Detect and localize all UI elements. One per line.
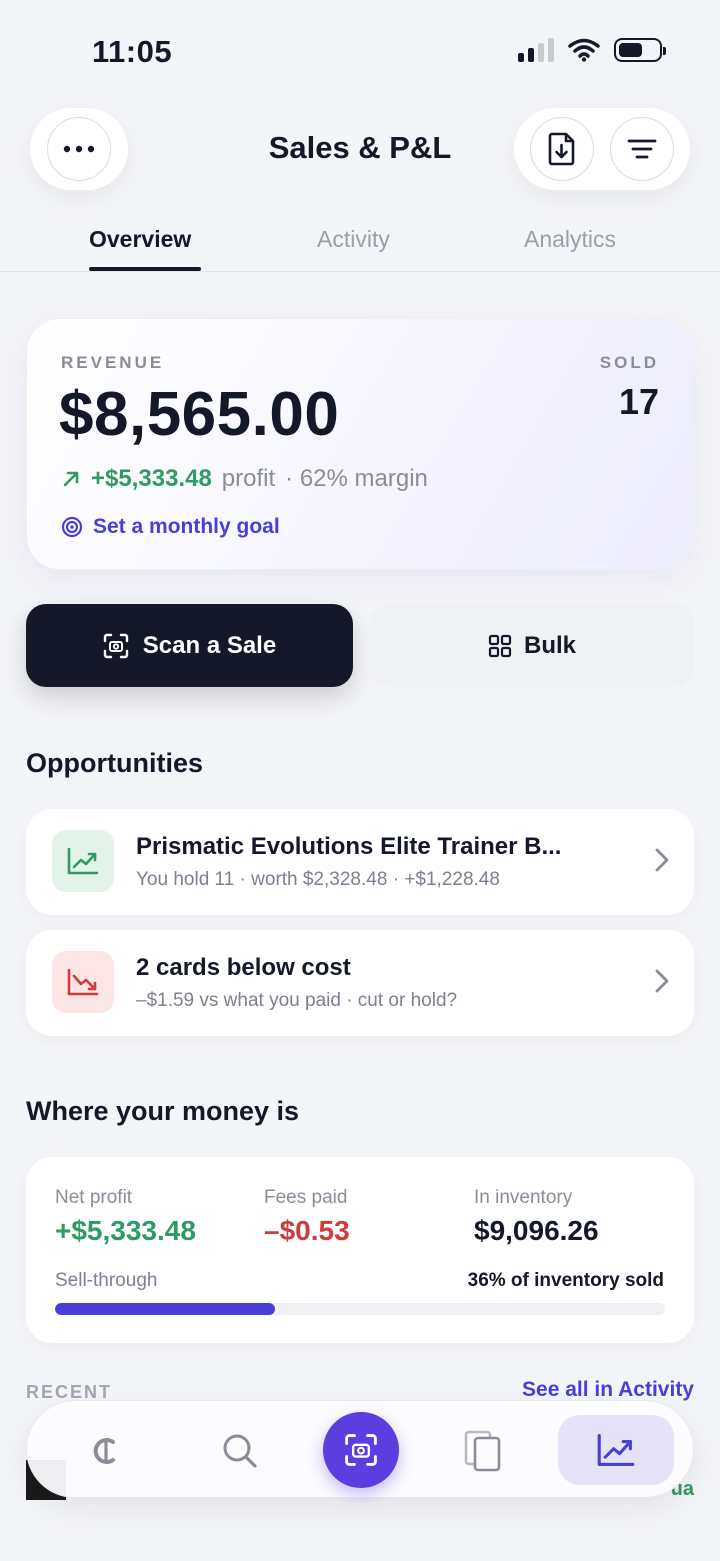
chevron-right-icon — [655, 848, 669, 872]
bulk-label: Bulk — [523, 631, 576, 659]
revenue-card: REVENUE SOLD $8,565.00 17 +$5,333.48 pro… — [26, 318, 694, 570]
opportunities-heading: Opportunities — [26, 748, 203, 778]
margin-text: · 62% margin — [285, 465, 428, 492]
nav-home[interactable] — [77, 1423, 133, 1479]
tab-active-indicator — [89, 267, 201, 271]
opportunity-title: 2 cards below cost — [136, 954, 351, 981]
nav-sales[interactable] — [558, 1415, 674, 1485]
money-summary-card: Net profit +$5,333.48 Fees paid –$0.53 I… — [26, 1157, 694, 1343]
net-profit-value: +$5,333.48 — [55, 1215, 196, 1246]
sell-through-text: 36% of inventory sold — [467, 1270, 664, 1291]
grid-icon — [488, 634, 512, 657]
status-time: 11:05 — [92, 34, 173, 69]
filter-lines-icon — [627, 139, 657, 159]
wifi-icon — [568, 38, 600, 62]
revenue-label: REVENUE — [61, 353, 165, 372]
arrow-up-right-icon — [63, 471, 79, 487]
filter-button[interactable] — [610, 117, 674, 181]
opportunity-subtitle: –$1.59 vs what you paid · cut or hold? — [136, 990, 458, 1011]
scan-sale-button[interactable]: Scan a Sale — [26, 604, 353, 687]
profit-value: +$5,333.48 — [91, 465, 212, 492]
inventory-label: In inventory — [474, 1187, 573, 1208]
opportunity-subtitle: You hold 11 · worth $2,328.48 · +$1,228.… — [136, 869, 500, 890]
collection-logo-icon — [93, 1438, 115, 1464]
tab-analytics[interactable]: Analytics — [524, 226, 616, 253]
battery-icon — [614, 38, 666, 62]
opportunity-icon-badge — [52, 951, 114, 1013]
money-heading: Where your money is — [26, 1096, 300, 1126]
opportunity-item-below-cost[interactable]: 2 cards below cost –$1.59 vs what you pa… — [26, 930, 694, 1036]
scan-sale-label: Scan a Sale — [142, 631, 277, 659]
fees-paid-label: Fees paid — [264, 1187, 348, 1208]
see-all-activity-link[interactable]: See all in Activity — [522, 1378, 694, 1402]
opportunity-icon-badge — [52, 830, 114, 892]
bottom-nav — [26, 1400, 694, 1498]
tab-activity[interactable]: Activity — [317, 226, 390, 253]
bulk-button[interactable]: Bulk — [370, 604, 694, 687]
opportunity-title: Prismatic Evolutions Elite Trainer B... — [136, 833, 562, 860]
tab-overview[interactable]: Overview — [89, 226, 191, 253]
opportunity-item-etb[interactable]: Prismatic Evolutions Elite Trainer B... … — [26, 809, 694, 915]
revenue-amount: $8,565.00 — [59, 380, 340, 449]
camera-scan-icon — [345, 1434, 377, 1466]
cellular-signal-icon — [518, 38, 554, 62]
set-goal-label: Set a monthly goal — [93, 515, 280, 538]
sell-through-progress — [55, 1303, 665, 1315]
fees-paid-value: –$0.53 — [264, 1215, 350, 1246]
trend-down-icon — [67, 968, 99, 996]
nav-search[interactable] — [212, 1423, 268, 1479]
export-button[interactable] — [530, 117, 594, 181]
search-icon — [223, 1434, 257, 1468]
nav-scan[interactable] — [323, 1412, 399, 1488]
chevron-right-icon — [655, 969, 669, 993]
trend-up-icon — [67, 847, 99, 875]
set-goal-link[interactable]: Set a monthly goal — [61, 515, 280, 539]
profit-line: +$5,333.48 profit · 62% margin — [61, 465, 428, 493]
sold-count: 17 — [618, 381, 659, 422]
net-profit-label: Net profit — [55, 1187, 133, 1208]
chart-icon — [597, 1434, 635, 1466]
file-download-icon — [548, 132, 575, 166]
status-icons — [518, 38, 666, 62]
sell-through-label: Sell-through — [55, 1270, 158, 1291]
sold-label: SOLD — [599, 353, 659, 372]
camera-scan-icon — [103, 633, 128, 658]
inventory-value: $9,096.26 — [474, 1215, 599, 1246]
nav-cards[interactable] — [455, 1423, 511, 1479]
header-actions — [514, 108, 690, 190]
profit-word: profit — [221, 465, 276, 492]
sell-through-progress-fill — [55, 1303, 275, 1315]
cards-icon — [464, 1430, 501, 1472]
tab-bar: Overview Activity Analytics — [0, 222, 720, 272]
target-icon — [61, 516, 83, 538]
